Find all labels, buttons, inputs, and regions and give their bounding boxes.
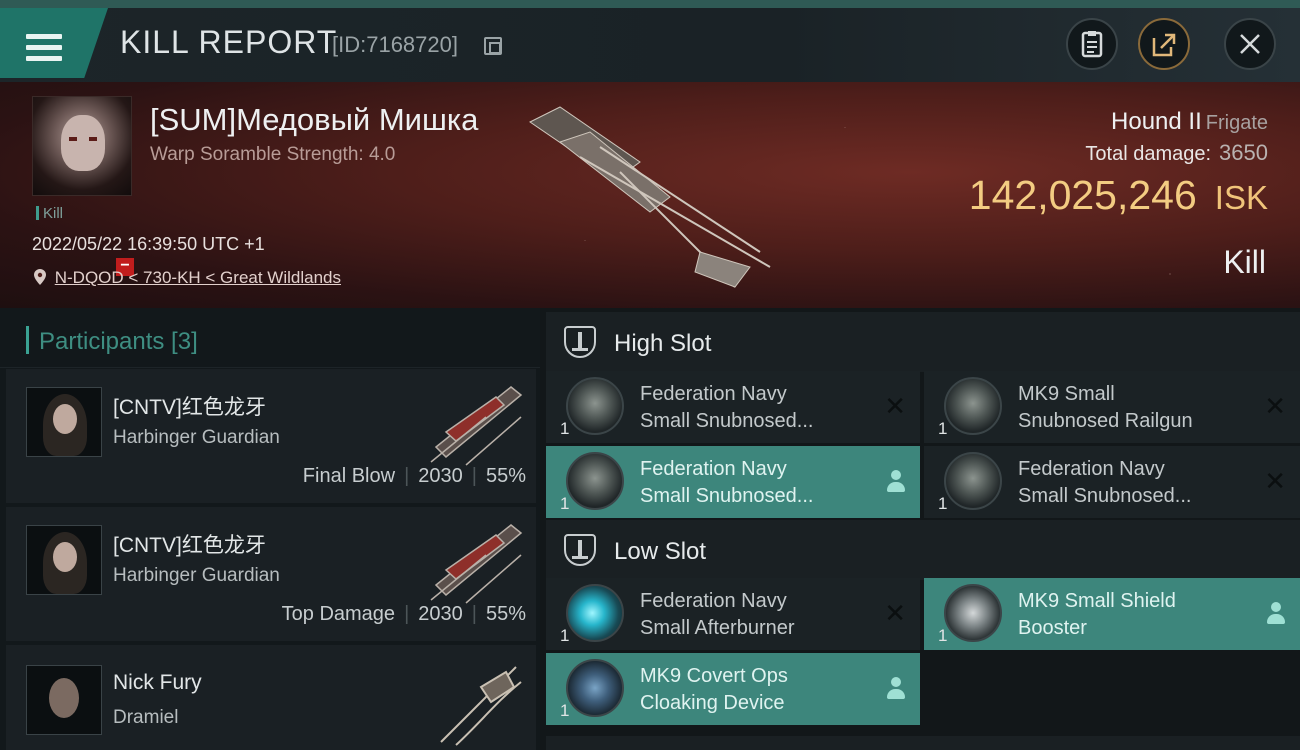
- low-slot-label: Low Slot: [614, 538, 707, 565]
- victim-subtitle: Warp Soramble Strength: 4.0: [150, 144, 396, 165]
- kill-datetime: 2022/05/22 16:39:50 UTC +1: [32, 234, 265, 254]
- module-qty: 1: [938, 419, 948, 438]
- participant-name: [CNTV]红色龙牙: [113, 534, 266, 557]
- participant-percent: 55%: [485, 465, 526, 487]
- module-name: Federation Navy Small Afterburner: [640, 590, 795, 639]
- close-button[interactable]: [1224, 18, 1276, 70]
- module-qty: 1: [560, 494, 570, 513]
- turret-icon: [566, 377, 624, 435]
- participant-damage: 2030: [418, 603, 463, 625]
- menu-icon: [26, 34, 62, 62]
- slot-icon: [564, 534, 596, 566]
- participant-ship: Harbinger Guardian: [113, 565, 280, 586]
- module-item[interactable]: 1 MK9 Small Snubnosed Railgun ✕: [924, 371, 1300, 443]
- participant-row[interactable]: Nick Fury Dramiel: [6, 645, 536, 750]
- module-name: Federation Navy Small Snubnosed...: [1018, 458, 1192, 507]
- share-button[interactable]: [1138, 18, 1190, 70]
- ship-class: Frigate: [1205, 112, 1268, 134]
- clipboard-button[interactable]: [1066, 18, 1118, 70]
- menu-button[interactable]: [0, 8, 108, 78]
- participant-ship: Harbinger Guardian: [113, 427, 280, 448]
- participant-ship-image: [440, 666, 522, 746]
- participant-role: Top Damage: [281, 603, 396, 625]
- participants-header: Participants [3]: [0, 308, 540, 368]
- afterburner-icon: [566, 584, 624, 642]
- victim-ship-image: [529, 106, 771, 288]
- top-bar: KILL REPORT [ID:7168720]: [0, 0, 1300, 82]
- total-damage: Total damage: 3650: [1085, 140, 1268, 165]
- module-item[interactable]: 1 Federation Navy Small Snubnosed... ✕: [924, 446, 1300, 518]
- turret-icon: [944, 377, 1002, 435]
- module-qty: 1: [938, 494, 948, 513]
- clipboard-icon: [1081, 31, 1103, 58]
- copy-icon[interactable]: [484, 37, 502, 55]
- location-text: N-DQOD < 730-KH < Great Wildlands: [54, 268, 341, 287]
- turret-icon: [566, 452, 624, 510]
- module-qty: 1: [560, 701, 570, 720]
- module-name: MK9 Small Shield Booster: [1018, 590, 1176, 639]
- turret-icon: [944, 452, 1002, 510]
- participant-row[interactable]: [CNTV]红色龙牙 Harbinger Guardian Final Blow…: [6, 369, 536, 503]
- shield-booster-icon: [944, 584, 1002, 642]
- close-icon: [1240, 34, 1260, 54]
- participant-stats: Top Damage | 2030 | 55%: [281, 603, 526, 625]
- avatar: [26, 387, 102, 457]
- module-item[interactable]: 1 Federation Navy Small Snubnosed...: [546, 446, 920, 518]
- person-icon: [886, 677, 906, 699]
- destroyed-x-icon: ✕: [1264, 466, 1286, 496]
- module-name: MK9 Covert Ops Cloaking Device: [640, 665, 788, 714]
- ship-name[interactable]: Hound II Frigate: [1111, 108, 1268, 136]
- report-id: [ID:7168720]: [332, 32, 458, 57]
- pin-icon: [34, 269, 46, 285]
- low-slot-header: Low Slot: [546, 520, 1300, 580]
- module-name: Federation Navy Small Snubnosed...: [640, 383, 814, 432]
- high-slot-label: High Slot: [614, 330, 712, 357]
- participant-name: Nick Fury: [113, 671, 202, 694]
- top-accent-line: [0, 0, 1300, 8]
- kill-tag: Kill: [36, 205, 63, 222]
- fitting-panel: High Slot 1 Federation Navy Small Snubnos…: [540, 308, 1300, 750]
- victim-name[interactable]: [SUM]Медовый Мишка: [150, 102, 478, 138]
- participant-ship: Dramiel: [113, 707, 179, 728]
- module-qty: 1: [560, 419, 570, 438]
- isk-value: 142,025,246 ISK: [968, 172, 1268, 218]
- page-title: KILL REPORT: [120, 24, 338, 60]
- person-icon: [886, 470, 906, 492]
- share-icon: [1152, 33, 1176, 57]
- participant-name: [CNTV]红色龙牙: [113, 396, 266, 419]
- avatar: [26, 665, 102, 735]
- avatar: [26, 525, 102, 595]
- destroyed-x-icon: ✕: [884, 391, 906, 421]
- participant-percent: 55%: [485, 603, 526, 625]
- module-name: Federation Navy Small Snubnosed...: [640, 458, 814, 507]
- module-qty: 1: [560, 626, 570, 645]
- person-icon: [1266, 602, 1286, 624]
- destroyed-x-icon: ✕: [884, 598, 906, 628]
- participant-row[interactable]: [CNTV]红色龙牙 Harbinger Guardian Top Damage…: [6, 507, 536, 641]
- destroyed-x-icon: ✕: [1264, 391, 1286, 421]
- result-label: Kill: [1223, 244, 1266, 280]
- next-slot-header-cut: [546, 736, 1300, 750]
- participant-role: Final Blow: [302, 465, 396, 487]
- victim-panel: − [SUM]Медовый Мишка Warp Soramble Stren…: [0, 82, 1300, 308]
- location-link[interactable]: N-DQOD < 730-KH < Great Wildlands: [34, 268, 341, 288]
- slot-icon: [564, 326, 596, 358]
- participants-panel: Participants [3] [CNTV]红色龙牙 Harbinger Gu…: [0, 308, 540, 750]
- module-item[interactable]: 1 MK9 Covert Ops Cloaking Device: [546, 653, 920, 725]
- module-item[interactable]: 1 Federation Navy Small Afterburner ✕: [546, 578, 920, 650]
- high-slot-header: High Slot: [546, 312, 1300, 372]
- module-item[interactable]: 1 MK9 Small Shield Booster: [924, 578, 1300, 650]
- total-damage-value: 3650: [1219, 140, 1268, 165]
- participant-ship-image: [430, 386, 523, 466]
- participant-ship-image: [430, 524, 523, 604]
- participant-stats: Final Blow | 2030 | 55%: [302, 465, 526, 487]
- module-item[interactable]: 1 Federation Navy Small Snubnosed... ✕: [546, 371, 920, 443]
- victim-avatar[interactable]: [32, 96, 132, 196]
- module-name: MK9 Small Snubnosed Railgun: [1018, 383, 1193, 432]
- participant-damage: 2030: [418, 465, 463, 487]
- cloaking-device-icon: [566, 659, 624, 717]
- module-qty: 1: [938, 626, 948, 645]
